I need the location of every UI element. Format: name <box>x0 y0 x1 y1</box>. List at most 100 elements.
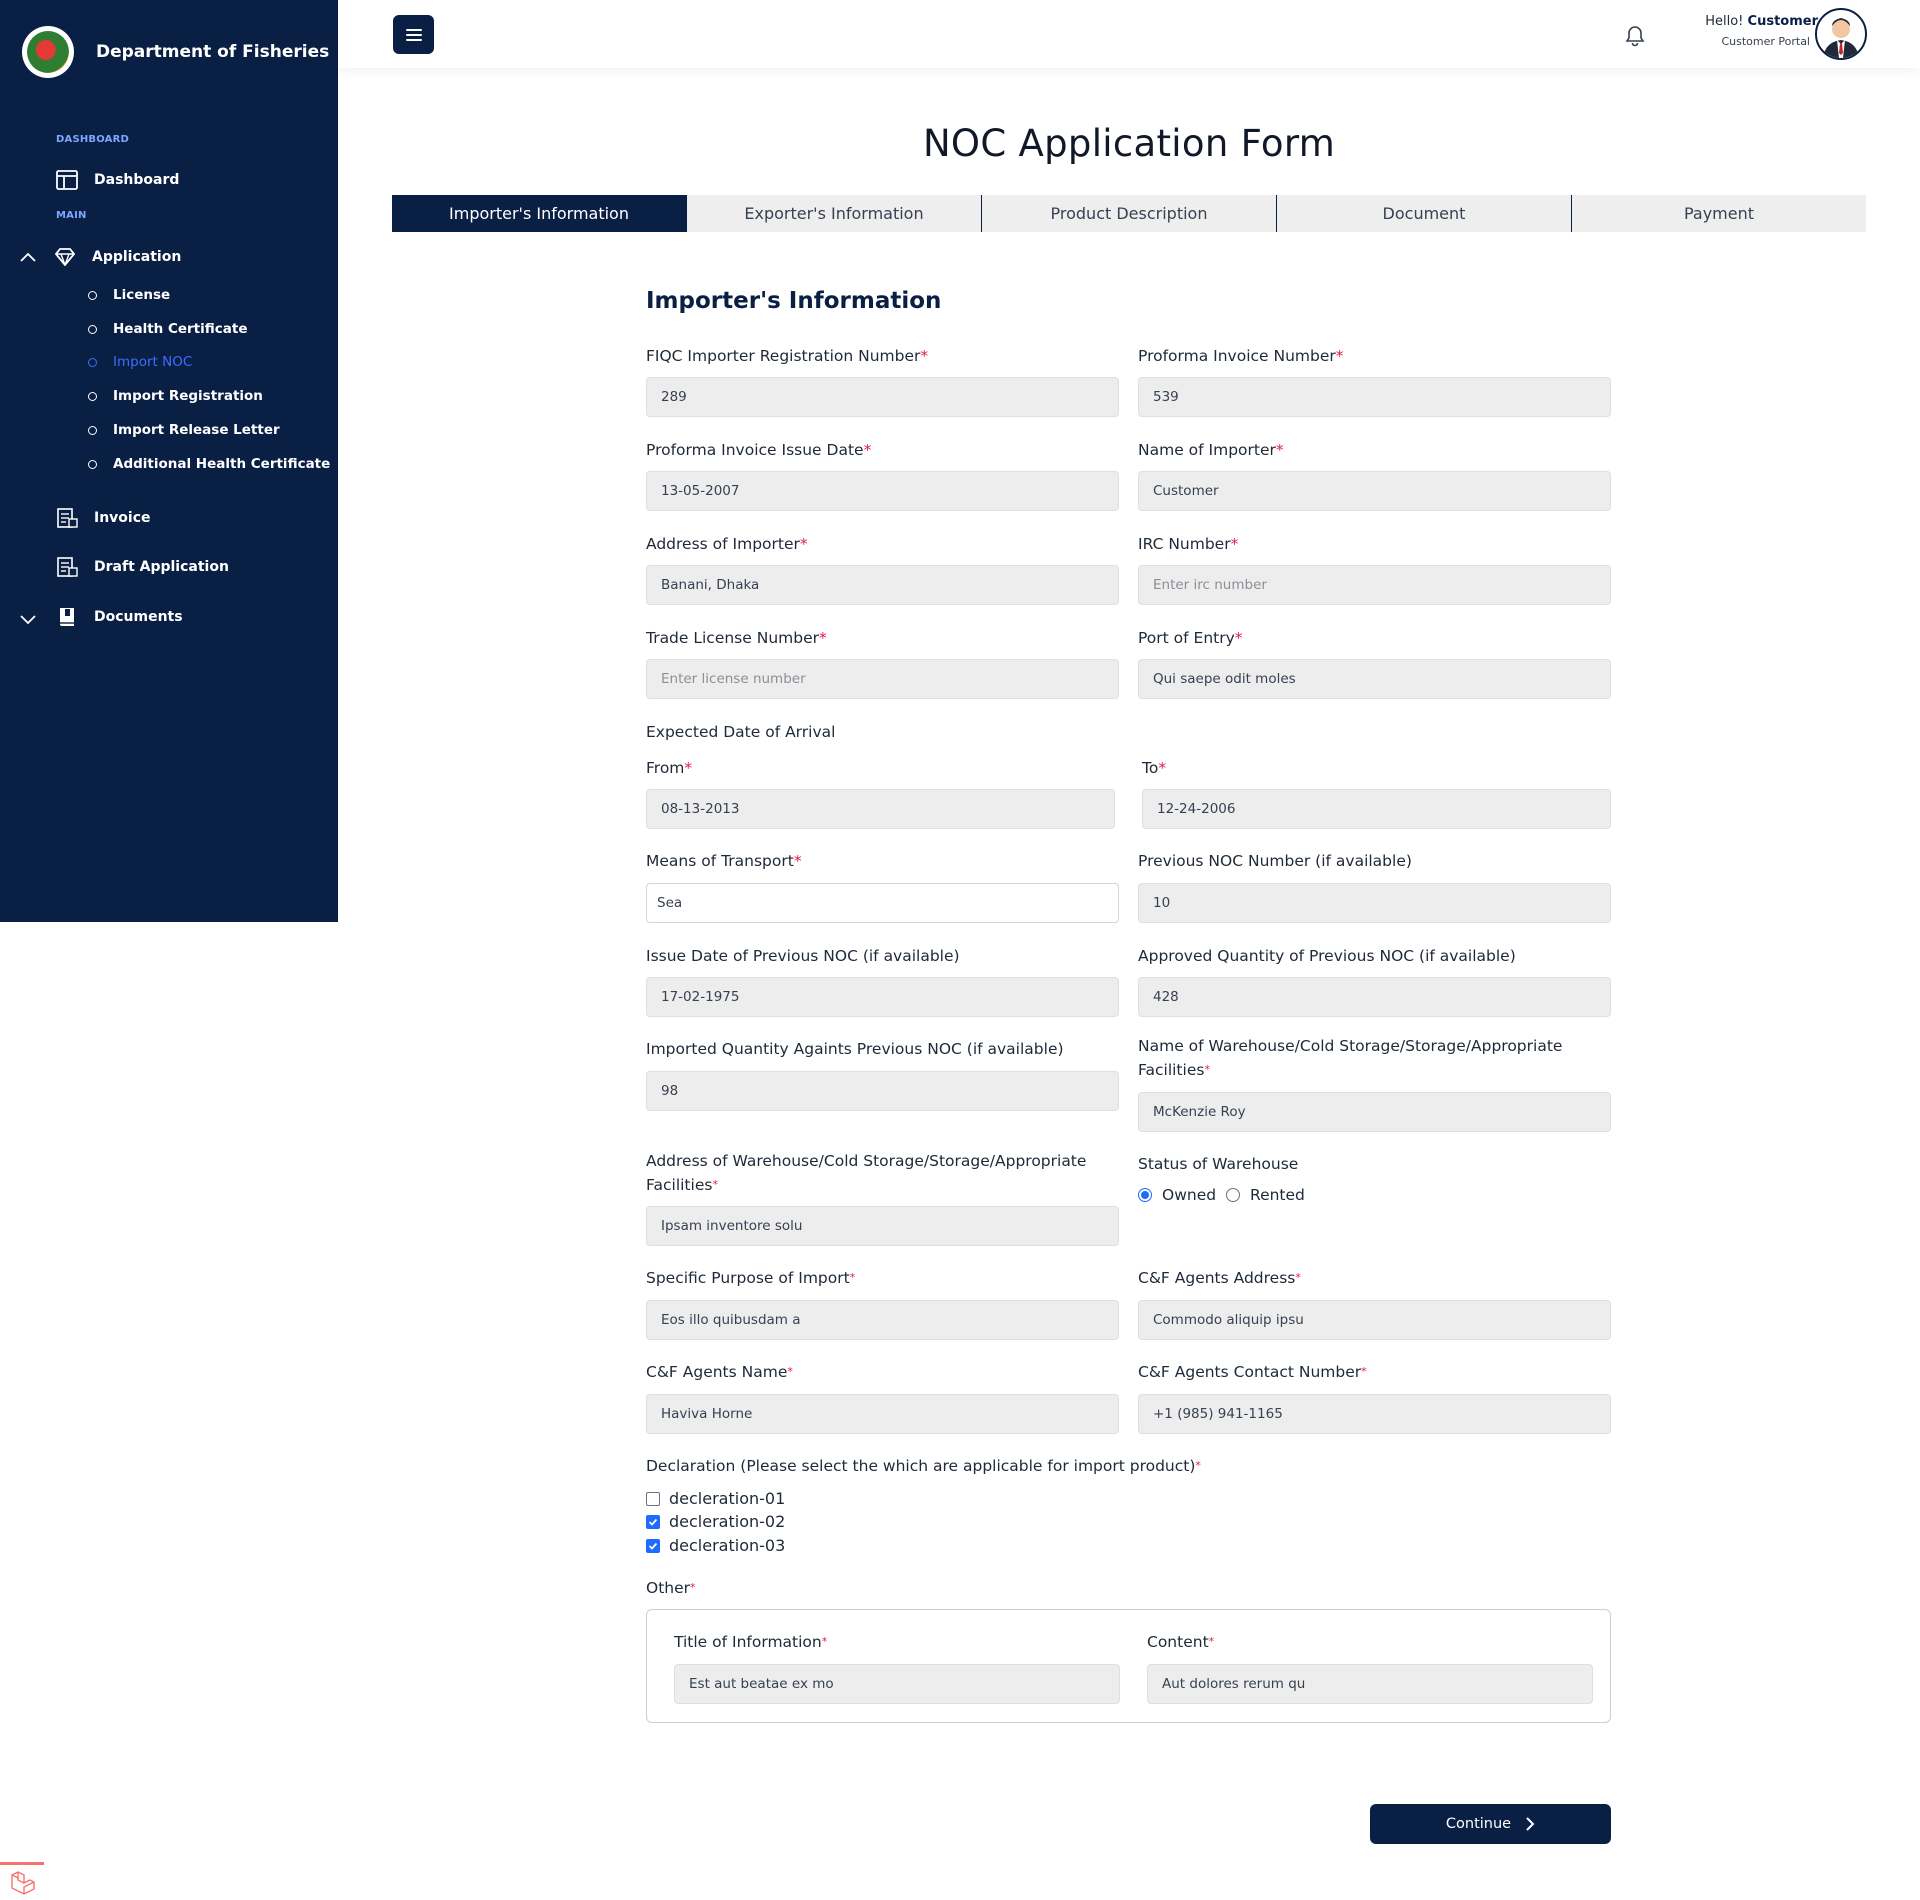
importer-address-label: Address of Importer* <box>646 535 808 553</box>
sidebar-item-draft-application[interactable]: Draft Application <box>56 556 229 578</box>
to-label: To* <box>1142 759 1167 777</box>
transport-label: Means of Transport* <box>646 852 802 870</box>
sidebar-item-application[interactable]: Application <box>54 246 181 268</box>
importer-address-input[interactable]: Banani, Dhaka <box>646 565 1119 605</box>
sidebar-item-documents[interactable]: Documents <box>56 606 183 628</box>
radio-rented-indicator[interactable] <box>1226 1188 1240 1202</box>
port-of-entry-label: Port of Entry* <box>1138 629 1243 647</box>
checkbox-box[interactable] <box>646 1538 660 1553</box>
radio-rented[interactable]: Rented <box>1226 1186 1305 1204</box>
avatar[interactable] <box>1815 8 1867 60</box>
content-input[interactable]: Aut dolores rerum qu <box>1147 1664 1593 1704</box>
sidebar: Department of Fisheries DASHBOARD Dashbo… <box>0 0 338 922</box>
top-header: Hello! Customer Customer Portal <box>338 0 1920 68</box>
cf-contact-label: C&F Agents Contact Number* <box>1138 1363 1367 1381</box>
warehouse-name-input[interactable]: McKenzie Roy <box>1138 1092 1611 1132</box>
check-icon <box>648 1518 658 1526</box>
chevron-right-icon <box>1526 1817 1535 1831</box>
declaration-checkbox-02[interactable]: decleration-02 <box>646 1512 785 1531</box>
brand[interactable]: Department of Fisheries <box>22 26 329 78</box>
brand-name: Department of Fisheries <box>96 42 330 62</box>
declaration-label: Declaration (Please select the which are… <box>646 1457 1201 1475</box>
imported-qty-label: Imported Quantity Againts Previous NOC (… <box>646 1040 1064 1058</box>
prev-noc-input[interactable]: 10 <box>1138 883 1611 923</box>
proforma-number-input[interactable]: 539 <box>1138 377 1611 417</box>
user-name: Customer <box>1747 14 1818 29</box>
layout-icon <box>56 169 78 191</box>
sidebar-sub-item-import-release-letter[interactable]: Import Release Letter <box>88 422 280 438</box>
irc-input[interactable]: Enter irc number <box>1138 565 1611 605</box>
section-label-dashboard: DASHBOARD <box>56 134 130 145</box>
tab-product-description[interactable]: Product Description <box>981 195 1276 232</box>
chevron-up-icon[interactable] <box>18 248 38 268</box>
draft-icon <box>56 556 78 578</box>
purpose-input[interactable]: Eos illo quibusdam a <box>646 1300 1119 1340</box>
declaration-checkbox-03[interactable]: decleration-03 <box>646 1536 785 1555</box>
radio-owned[interactable]: Owned <box>1138 1186 1216 1204</box>
fiqc-input[interactable]: 289 <box>646 377 1119 417</box>
notification-button[interactable] <box>1624 24 1646 52</box>
fisheries-logo <box>22 26 74 78</box>
sidebar-item-invoice[interactable]: Invoice <box>56 507 151 529</box>
to-date-input[interactable]: 12-24-2006 <box>1142 789 1611 829</box>
title-info-label: Title of Information* <box>674 1633 828 1651</box>
proforma-date-input[interactable]: 13-05-2007 <box>646 471 1119 511</box>
laravel-logo <box>0 1862 44 1900</box>
importer-name-input[interactable]: Customer <box>1138 471 1611 511</box>
tab-payment[interactable]: Payment <box>1571 195 1866 232</box>
continue-button[interactable]: Continue <box>1370 1804 1611 1844</box>
bell-icon <box>1625 26 1645 47</box>
arrival-label: Expected Date of Arrival <box>646 723 836 741</box>
sidebar-sub-item-additional-health-certificate[interactable]: Additional Health Certificate <box>88 456 330 472</box>
prev-noc-date-input[interactable]: 17-02-1975 <box>646 977 1119 1017</box>
book-icon <box>56 606 78 628</box>
sidebar-sub-item-license[interactable]: License <box>88 287 170 303</box>
checkbox-box[interactable] <box>646 1491 660 1506</box>
trade-license-label: Trade License Number* <box>646 629 827 647</box>
prev-noc-date-label: Issue Date of Previous NOC (if available… <box>646 947 960 965</box>
transport-select[interactable]: Sea <box>646 883 1119 923</box>
radio-owned-indicator[interactable] <box>1138 1188 1152 1202</box>
gem-icon <box>54 246 76 268</box>
sidebar-item-dashboard[interactable]: Dashboard <box>56 169 179 191</box>
trade-license-input[interactable]: Enter license number <box>646 659 1119 699</box>
cf-contact-input[interactable]: +1 (985) 941-1165 <box>1138 1394 1611 1434</box>
user-greeting[interactable]: Hello! Customer Customer Portal <box>1698 14 1818 48</box>
sidebar-sub-item-health-certificate[interactable]: Health Certificate <box>88 321 248 337</box>
warehouse-name-label: Name of Warehouse/Cold Storage/Storage/A… <box>1138 1037 1563 1079</box>
cf-address-label: C&F Agents Address* <box>1138 1269 1301 1287</box>
menu-toggle-button[interactable] <box>393 15 434 54</box>
imported-qty-input[interactable]: 98 <box>646 1071 1119 1111</box>
page-title: NOC Application Form <box>922 122 1336 165</box>
warehouse-status-label: Status of Warehouse <box>1138 1155 1299 1173</box>
sidebar-sub-item-import-noc[interactable]: Import NOC <box>88 354 192 370</box>
sidebar-item-label: Draft Application <box>94 559 229 575</box>
cf-address-input[interactable]: Commodo aliquip ipsu <box>1138 1300 1611 1340</box>
irc-label: IRC Number* <box>1138 535 1239 553</box>
sidebar-sub-item-import-registration[interactable]: Import Registration <box>88 388 263 404</box>
warehouse-address-label: Address of Warehouse/Cold Storage/Storag… <box>646 1152 1087 1194</box>
form-tabs: Importer's Information Exporter's Inform… <box>392 195 1866 232</box>
proforma-number-label: Proforma Invoice Number* <box>1138 347 1344 365</box>
sidebar-item-label: Dashboard <box>94 172 180 188</box>
warehouse-address-input[interactable]: Ipsam inventore solu <box>646 1206 1119 1246</box>
approved-qty-input[interactable]: 428 <box>1138 977 1611 1017</box>
tab-document[interactable]: Document <box>1276 195 1571 232</box>
tab-exporters-information[interactable]: Exporter's Information <box>686 195 981 232</box>
prev-noc-label: Previous NOC Number (if available) <box>1138 852 1412 870</box>
title-info-input[interactable]: Est aut beatae ex mo <box>674 1664 1120 1704</box>
cf-name-input[interactable]: Haviva Horne <box>646 1394 1119 1434</box>
importer-name-label: Name of Importer* <box>1138 441 1284 459</box>
proforma-date-label: Proforma Invoice Issue Date* <box>646 441 872 459</box>
checkbox-box[interactable] <box>646 1514 660 1529</box>
fiqc-label: FIQC Importer Registration Number* <box>646 347 929 365</box>
sidebar-item-label: Documents <box>94 609 183 625</box>
port-of-entry-input[interactable]: Qui saepe odit moles <box>1138 659 1611 699</box>
portal-label: Customer Portal <box>1721 35 1810 48</box>
chevron-down-icon[interactable] <box>18 609 38 629</box>
other-label: Other* <box>646 1579 696 1597</box>
approved-qty-label: Approved Quantity of Previous NOC (if av… <box>1138 947 1516 965</box>
declaration-checkbox-01[interactable]: decleration-01 <box>646 1489 785 1508</box>
from-date-input[interactable]: 08-13-2013 <box>646 789 1115 829</box>
tab-importers-information[interactable]: Importer's Information <box>392 195 686 232</box>
